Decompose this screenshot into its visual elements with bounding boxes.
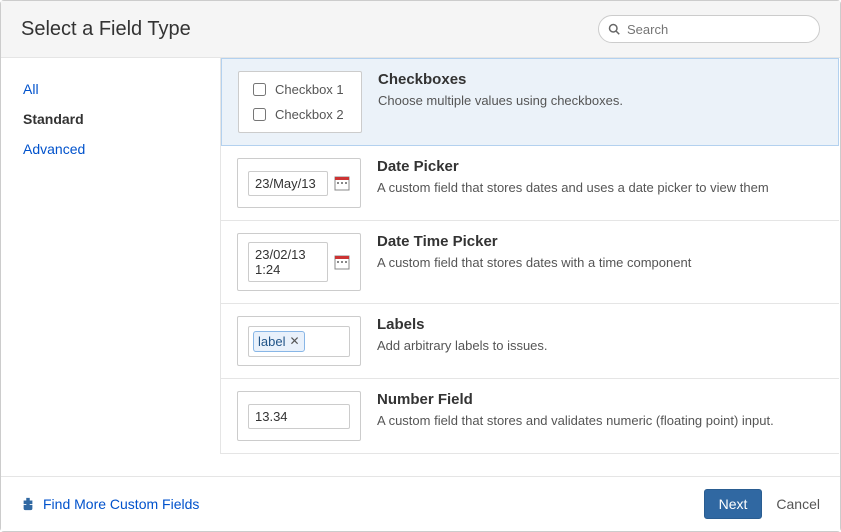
plugin-icon xyxy=(21,497,35,511)
field-type-labels[interactable]: label ✕ Labels Add arbitrary labels to i… xyxy=(221,304,839,379)
dialog-footer: Find More Custom Fields Next Cancel xyxy=(1,477,840,531)
dialog-header: Select a Field Type xyxy=(1,1,840,58)
remove-label-icon: ✕ xyxy=(289,334,299,348)
search-input[interactable] xyxy=(598,15,820,43)
field-type-checkboxes[interactable]: Checkbox 1 Checkbox 2 Checkboxes Choose … xyxy=(221,58,839,146)
label-chip: label ✕ xyxy=(253,331,305,352)
preview-number-value: 13.34 xyxy=(248,404,350,429)
field-type-text: Checkboxes Choose multiple values using … xyxy=(378,71,623,133)
dialog-body: All Standard Advanced Checkbox 1 Checkbo… xyxy=(1,58,840,477)
preview-datetime: 23/02/13 1:24 xyxy=(237,233,361,291)
field-type-date-time-picker[interactable]: 23/02/13 1:24 Date Time Picker xyxy=(221,221,839,304)
preview-checkbox-option: Checkbox 2 xyxy=(249,105,351,124)
field-type-title: Number Field xyxy=(377,391,774,408)
preview-number: 13.34 xyxy=(237,391,361,441)
preview-checkboxes: Checkbox 1 Checkbox 2 xyxy=(238,71,362,133)
field-type-title: Date Time Picker xyxy=(377,233,691,250)
field-type-title: Labels xyxy=(377,316,548,333)
calendar-icon xyxy=(334,254,350,270)
cancel-button[interactable]: Cancel xyxy=(776,496,820,512)
select-field-type-dialog: Select a Field Type All Standard Advance… xyxy=(0,0,841,532)
field-type-desc: Add arbitrary labels to issues. xyxy=(377,337,548,355)
field-type-text: Date Picker A custom field that stores d… xyxy=(377,158,769,208)
field-type-text: Date Time Picker A custom field that sto… xyxy=(377,233,691,291)
preview-date-value: 23/May/13 xyxy=(248,171,328,196)
search-icon xyxy=(608,23,620,35)
checkbox-icon xyxy=(253,108,266,121)
checkbox-icon xyxy=(253,83,266,96)
find-more-label: Find More Custom Fields xyxy=(43,496,199,512)
sidebar-item-all[interactable]: All xyxy=(1,74,219,104)
field-type-list-scroll[interactable]: Checkbox 1 Checkbox 2 Checkboxes Choose … xyxy=(219,58,840,476)
label-chip-text: label xyxy=(258,334,285,349)
preview-option-label: Checkbox 1 xyxy=(275,82,344,97)
preview-datetime-value: 23/02/13 1:24 xyxy=(248,242,328,282)
preview-checkbox-option: Checkbox 1 xyxy=(249,80,351,99)
field-type-desc: A custom field that stores dates and use… xyxy=(377,179,769,197)
category-sidebar: All Standard Advanced xyxy=(1,58,219,476)
field-type-date-picker[interactable]: 23/May/13 Date Picker xyxy=(221,146,839,221)
preview-option-label: Checkbox 2 xyxy=(275,107,344,122)
field-type-desc: A custom field that stores and validates… xyxy=(377,412,774,430)
field-type-text: Number Field A custom field that stores … xyxy=(377,391,774,441)
field-type-title: Checkboxes xyxy=(378,71,623,88)
calendar-icon xyxy=(334,175,350,191)
dialog-title: Select a Field Type xyxy=(21,18,191,41)
next-button[interactable]: Next xyxy=(704,489,763,519)
field-type-list: Checkbox 1 Checkbox 2 Checkboxes Choose … xyxy=(220,58,839,454)
search-field-wrap xyxy=(598,15,820,43)
find-more-link[interactable]: Find More Custom Fields xyxy=(21,496,199,512)
preview-labels: label ✕ xyxy=(237,316,361,366)
footer-actions: Next Cancel xyxy=(704,489,820,519)
field-type-title: Date Picker xyxy=(377,158,769,175)
field-type-desc: A custom field that stores dates with a … xyxy=(377,254,691,272)
field-type-desc: Choose multiple values using checkboxes. xyxy=(378,92,623,110)
preview-date: 23/May/13 xyxy=(237,158,361,208)
field-type-text: Labels Add arbitrary labels to issues. xyxy=(377,316,548,366)
sidebar-item-advanced[interactable]: Advanced xyxy=(1,134,219,164)
sidebar-item-standard[interactable]: Standard xyxy=(1,104,219,134)
field-type-number[interactable]: 13.34 Number Field A custom field that s… xyxy=(221,379,839,454)
